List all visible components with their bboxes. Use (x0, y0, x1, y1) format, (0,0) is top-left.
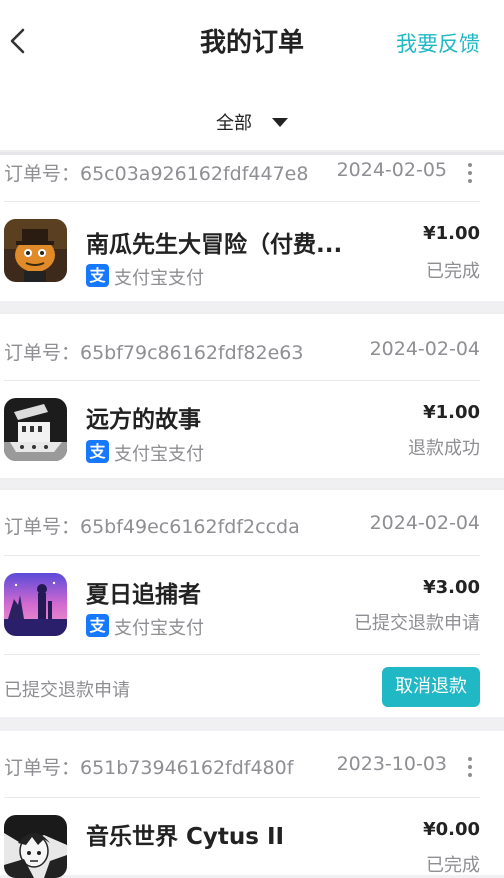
alipay-icon: 支 (86, 614, 109, 637)
game-name: 远方的故事 (86, 407, 201, 433)
order-status: 已完成 (426, 261, 480, 282)
order-date: 2024-02-04 (369, 338, 480, 360)
order-card[interactable]: 订单号：651b73946162fdf480f 2023-10-03 音乐世界 … (0, 731, 504, 878)
order-line: 订单号：65bf79c86162fdf82e63 2024-02-04 (4, 338, 504, 368)
order-status: 已完成 (426, 855, 480, 876)
game-icon (4, 398, 67, 461)
feedback-button[interactable]: 我要反馈 (396, 28, 480, 58)
order-number: 订单号：65bf49ec6162fdf2ccda (4, 516, 300, 538)
more-icon[interactable] (468, 163, 472, 183)
price: ¥1.00 (423, 223, 480, 244)
order-number: 订单号：65bf79c86162fdf82e63 (4, 342, 304, 364)
game-name: 南瓜先生大冒险（付费... (86, 232, 343, 258)
order-line: 订单号：65c03a926162fdf447e8 2024-02-05 (4, 159, 504, 189)
game-icon (4, 815, 67, 878)
divider (4, 797, 480, 798)
order-date: 2024-02-04 (369, 512, 480, 534)
game-icon (4, 219, 67, 282)
divider (4, 555, 480, 556)
cancel-refund-button[interactable]: 取消退款 (382, 667, 480, 707)
price: ¥1.00 (423, 402, 480, 423)
order-status: 已提交退款申请 (354, 613, 480, 634)
order-date: 2024-02-05 (336, 159, 447, 181)
order-number: 订单号：65c03a926162fdf447e8 (4, 163, 309, 185)
order-status: 退款成功 (408, 438, 480, 459)
payment-label: 支付宝支付 (114, 444, 204, 465)
payment-label: 支付宝支付 (114, 618, 204, 639)
caret-down-icon (272, 117, 288, 127)
alipay-icon: 支 (86, 264, 109, 287)
game-name: 夏日追捕者 (86, 582, 201, 608)
order-date: 2023-10-03 (336, 753, 447, 775)
order-line: 订单号：65bf49ec6162fdf2ccda 2024-02-04 (4, 512, 504, 542)
order-card[interactable]: 订单号：65bf49ec6162fdf2ccda 2024-02-04 夏日追捕… (0, 490, 504, 717)
order-card[interactable]: 订单号：65c03a926162fdf447e8 2024-02-05 南瓜先生… (0, 155, 504, 301)
refund-status-text: 已提交退款申请 (4, 680, 130, 701)
filter-dropdown[interactable]: 全部 (0, 109, 504, 135)
divider (4, 201, 480, 202)
game-icon (4, 573, 67, 636)
game-name: 音乐世界 Cytus II (86, 824, 285, 850)
price: ¥3.00 (423, 577, 480, 598)
alipay-icon: 支 (86, 440, 109, 463)
divider (4, 380, 480, 381)
order-line: 订单号：651b73946162fdf480f 2023-10-03 (4, 753, 504, 783)
payment-label: 支付宝支付 (114, 268, 204, 289)
order-card[interactable]: 订单号：65bf79c86162fdf82e63 2024-02-04 远方的故… (0, 314, 504, 478)
price: ¥0.00 (423, 819, 480, 840)
more-icon[interactable] (468, 757, 472, 777)
filter-label: 全部 (216, 113, 252, 134)
order-number: 订单号：651b73946162fdf480f (4, 757, 294, 779)
divider (4, 654, 480, 655)
header: 我的订单 我要反馈 全部 (0, 0, 504, 150)
